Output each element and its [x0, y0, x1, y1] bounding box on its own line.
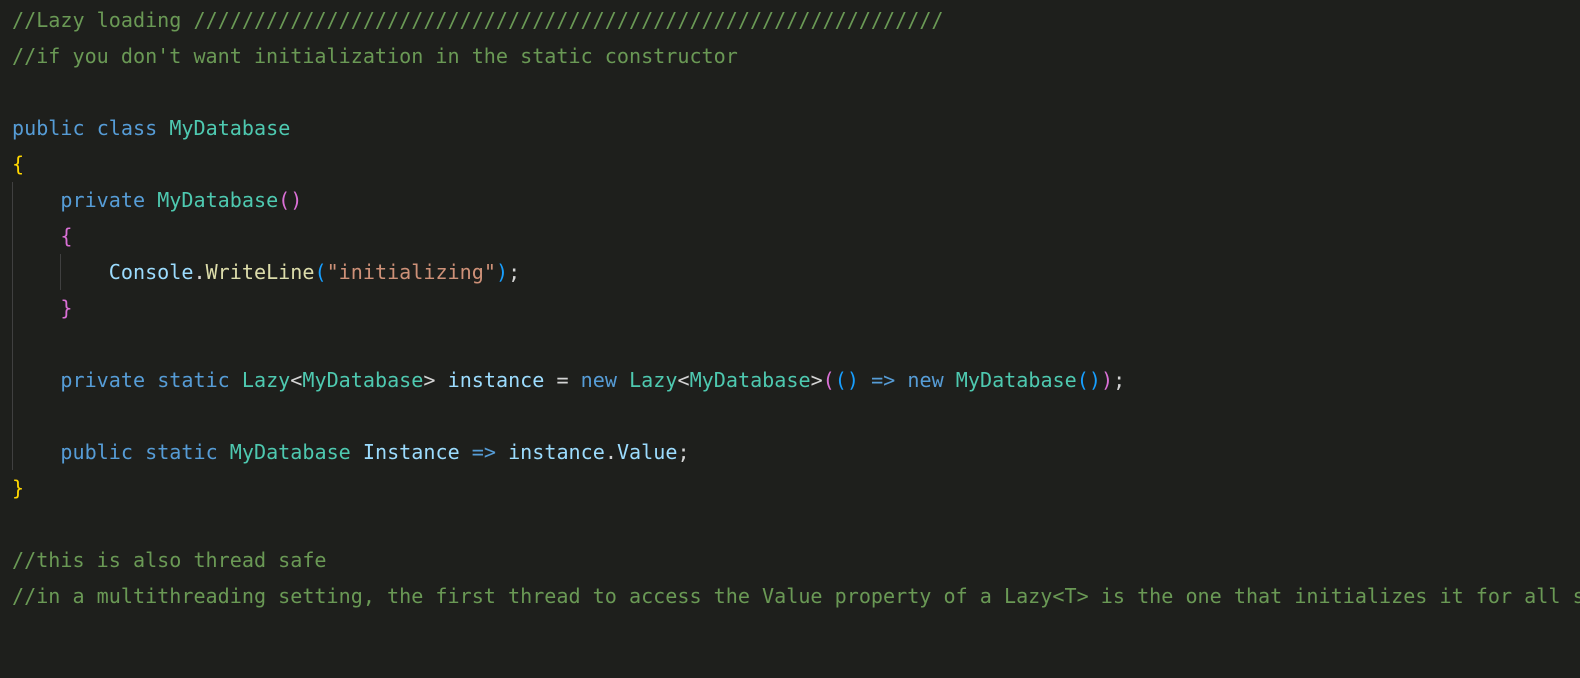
- paren: (: [314, 260, 326, 284]
- punct: .: [193, 260, 205, 284]
- string-literal: "initializing": [327, 260, 496, 284]
- paren: ): [496, 260, 508, 284]
- type-name: MyDatabase: [169, 116, 290, 140]
- type-name: Lazy: [629, 368, 677, 392]
- keyword: public: [12, 116, 85, 140]
- punct: =: [544, 368, 580, 392]
- punct: >: [423, 368, 435, 392]
- comment-line: ////////////////////////////////////////…: [193, 8, 943, 32]
- code-block: //Lazy loading /////////////////////////…: [0, 0, 1580, 626]
- punct: .: [605, 440, 617, 464]
- keyword: static: [145, 440, 218, 464]
- punct: ;: [1113, 368, 1125, 392]
- comment-line: //Lazy loading: [12, 8, 193, 32]
- identifier: Console: [109, 260, 194, 284]
- punct: >: [811, 368, 823, 392]
- comment-line: //if you don't want initialization in th…: [12, 44, 738, 68]
- paren: ): [1101, 368, 1113, 392]
- identifier: Instance: [363, 440, 460, 464]
- arrow: =>: [460, 440, 508, 464]
- comment-line: //in a multithreading setting, the first…: [12, 584, 1580, 608]
- method-name: WriteLine: [206, 260, 315, 284]
- comment-line: //this is also thread safe: [12, 548, 327, 572]
- paren: (: [823, 368, 835, 392]
- type-name: MyDatabase: [690, 368, 811, 392]
- type-name: MyDatabase: [157, 188, 278, 212]
- keyword: class: [97, 116, 158, 140]
- keyword: new: [581, 368, 617, 392]
- brace: {: [60, 224, 72, 248]
- keyword: private: [60, 188, 145, 212]
- type-name: MyDatabase: [956, 368, 1077, 392]
- punct: <: [290, 368, 302, 392]
- brace: }: [12, 476, 24, 500]
- keyword: static: [157, 368, 230, 392]
- brace: }: [60, 296, 72, 320]
- type-name: MyDatabase: [230, 440, 351, 464]
- punct: ;: [508, 260, 520, 284]
- keyword: new: [907, 368, 943, 392]
- keyword: public: [60, 440, 133, 464]
- paren: (): [278, 188, 302, 212]
- identifier: instance: [448, 368, 545, 392]
- keyword: private: [60, 368, 145, 392]
- identifier: Value: [617, 440, 678, 464]
- punct: <: [677, 368, 689, 392]
- brace: {: [12, 152, 24, 176]
- type-name: Lazy: [242, 368, 290, 392]
- paren: (): [835, 368, 859, 392]
- arrow: =>: [859, 368, 907, 392]
- type-name: MyDatabase: [302, 368, 423, 392]
- punct: ;: [677, 440, 689, 464]
- identifier: instance: [508, 440, 605, 464]
- paren: (): [1077, 368, 1101, 392]
